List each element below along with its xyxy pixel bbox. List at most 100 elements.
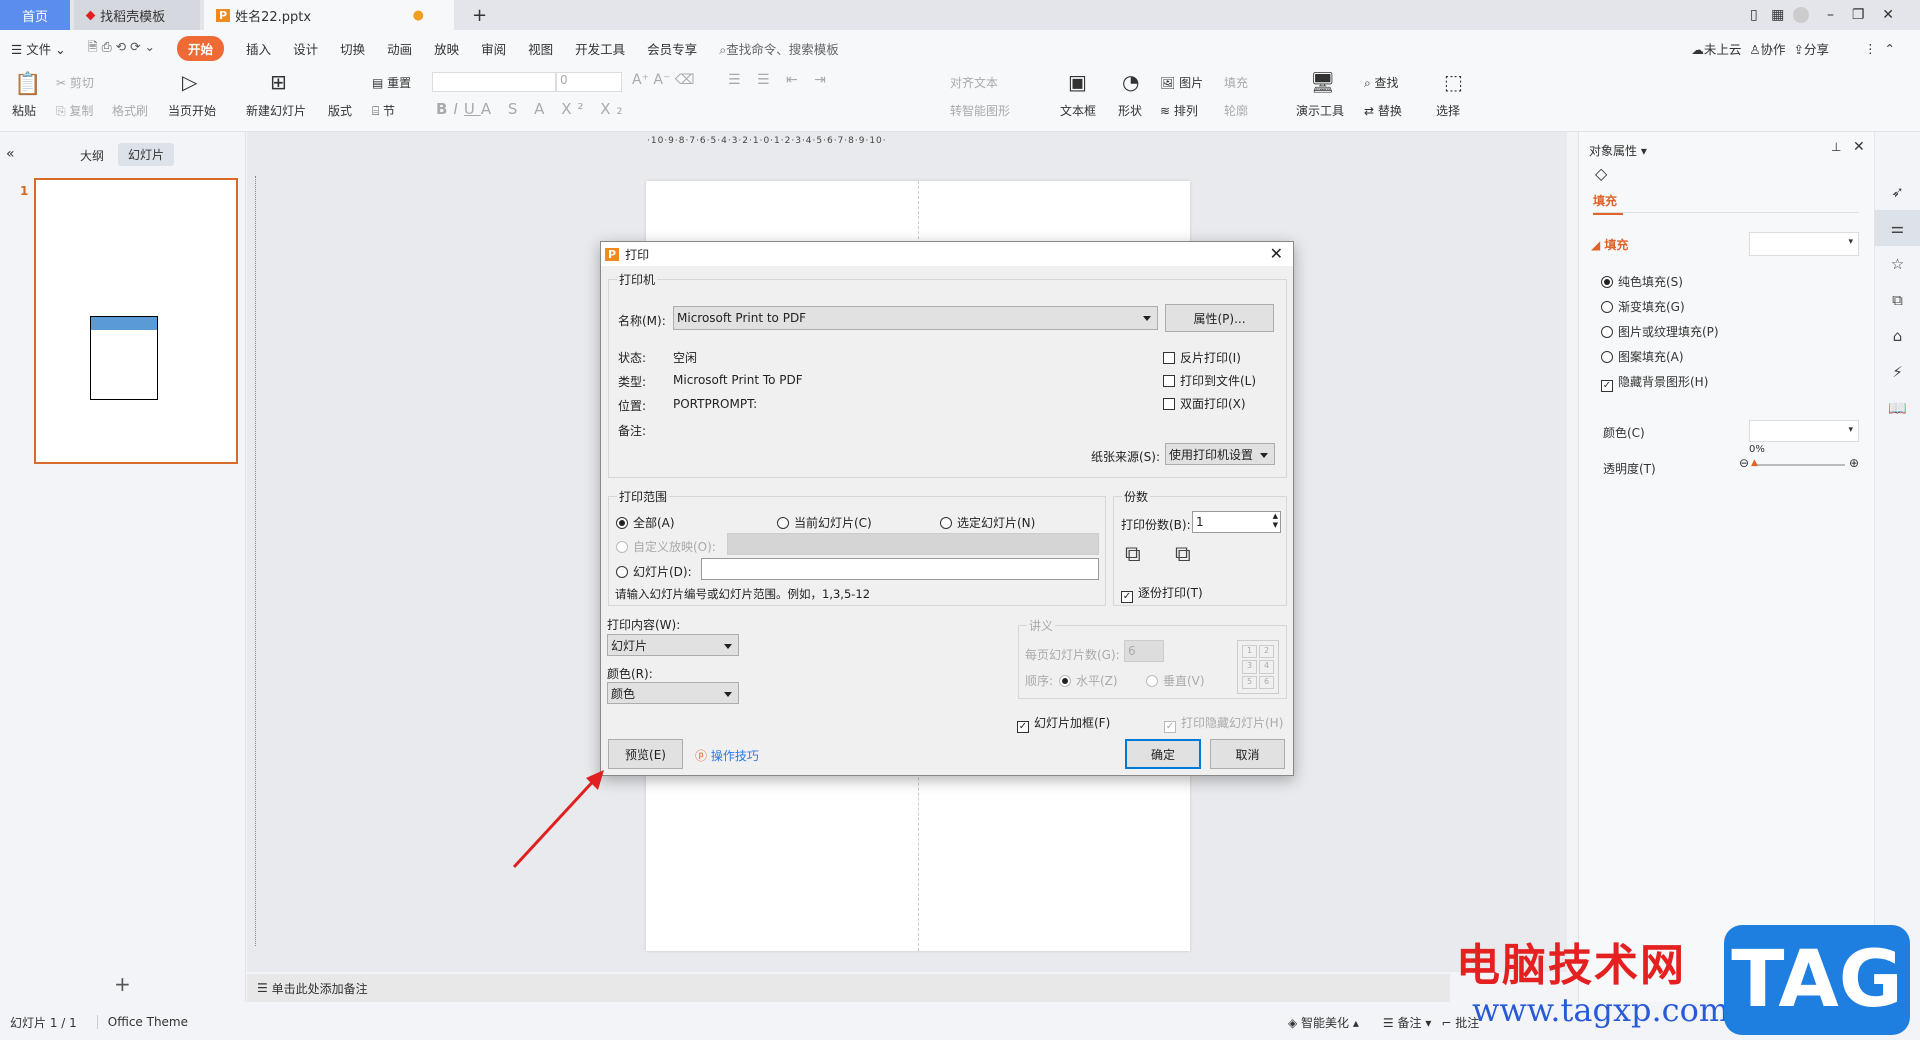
tab-home[interactable]: 首页 [0,0,70,30]
transparency-slider[interactable]: ▲ [1751,458,1845,468]
quick-access-icons[interactable]: 🗎 ⎙ ⟲ ⟳ ⌄ [88,38,155,59]
fill-button[interactable]: 填充 [1224,74,1248,91]
font-style-icons[interactable]: BIUA S A X² X₂ [436,100,629,118]
tab-templates[interactable]: ⬥ 找稻壳模板 [74,0,200,30]
apps-icon[interactable]: ▦ [1771,7,1784,23]
increase-icon[interactable]: ⊕ [1849,456,1859,470]
tab-slides[interactable]: 幻灯片 [118,143,175,166]
new-tab-button[interactable]: + [460,0,487,30]
picture-fill-radio[interactable]: 图片或纹理填充(P) [1601,320,1719,345]
menu-slideshow[interactable]: 放映 [434,39,459,58]
file-menu[interactable]: ☰ 文件 ⌄ [11,39,66,58]
paragraph-icons[interactable]: ☰ ☰ ⇤ ⇥ [728,72,832,88]
range-all-radio[interactable]: 全部(A) [616,514,675,531]
close-panel-icon[interactable]: ✕ [1853,139,1865,155]
minimize-icon[interactable]: – [1827,7,1834,23]
ok-button[interactable]: 确定 [1125,739,1201,769]
per-page-select[interactable]: 6 [1124,640,1164,662]
new-slide-button[interactable]: 新建幻灯片 [246,102,306,119]
book-search-icon[interactable]: 📖 [1875,390,1920,426]
printer-name-select[interactable]: Microsoft Print to PDF [673,306,1158,330]
format-painter-button[interactable]: 格式刷 [112,102,148,119]
custom-show-select[interactable] [727,533,1099,555]
avatar[interactable] [1793,7,1810,23]
slides-range-input[interactable] [701,558,1099,580]
menu-design[interactable]: 设计 [293,39,318,58]
print-to-file-checkbox[interactable]: 打印到文件(L) [1163,372,1256,389]
fill-select[interactable]: ▾ [1749,232,1859,256]
menu-animation[interactable]: 动画 [387,39,412,58]
notes-button[interactable]: ☰ 备注 ▾ [1383,1014,1431,1031]
menu-review[interactable]: 审阅 [481,39,506,58]
textbox-button[interactable]: 文本框 [1060,102,1096,119]
arrange-button[interactable]: ≋ 排列 [1160,102,1198,119]
add-slide-button[interactable]: + [114,972,131,996]
menu-transition[interactable]: 切换 [340,39,365,58]
paper-source-select[interactable]: 使用打印机设置 [1165,443,1275,465]
paste-button[interactable]: 粘贴 [12,102,36,119]
copy-button[interactable]: ⎘ 复制 [56,102,93,119]
align-text-button[interactable]: 对齐文本 [950,74,998,91]
beautify-button[interactable]: ◈ 智能美化 ▴ [1288,1014,1359,1031]
layout-icon[interactable]: ▯ [1750,7,1758,23]
layout-button[interactable]: 版式 [328,102,352,119]
close-icon[interactable]: ✕ [1882,7,1894,23]
star-icon[interactable]: ☆ [1875,246,1920,282]
smart-art-button[interactable]: 转智能图形 [950,102,1010,119]
pattern-fill-radio[interactable]: 图案填充(A) [1601,345,1719,370]
copies-input[interactable]: 1 ▲ ▼ [1192,511,1281,533]
menu-view[interactable]: 视图 [528,39,553,58]
cloud-button[interactable]: ☁未上云 ♙协作 ⇪分享 [1691,39,1829,58]
properties-icon[interactable]: ⚌ [1875,210,1920,246]
cut-button[interactable]: ✂ 剪切 [56,74,94,91]
reset-button[interactable]: ▤ 重置 [372,74,411,91]
pin-icon[interactable]: ⊥ [1831,140,1841,154]
presenter-tools-button[interactable]: 演示工具 [1296,102,1344,119]
font-grow-shrink-icons[interactable]: A⁺ A⁻ ⌫ [632,72,695,88]
shape-button[interactable]: 形状 [1118,102,1142,119]
tab-document[interactable]: P 姓名22.pptx ● [204,0,454,30]
restore-icon[interactable]: ❐ [1852,7,1865,23]
order-horizontal-radio[interactable]: 水平(Z) [1059,672,1118,689]
font-size-select[interactable]: 0 [556,72,622,92]
gradient-fill-radio[interactable]: 渐变填充(G) [1601,295,1719,320]
select-button[interactable]: 选择 [1436,102,1460,119]
dialog-close-icon[interactable]: ✕ [1270,244,1283,263]
tips-link[interactable]: ⓟ 操作技巧 [695,747,759,764]
cancel-button[interactable]: 取消 [1210,739,1285,769]
fill-section-header[interactable]: ◢ 填充 [1591,236,1628,253]
store-icon[interactable]: ⌂ [1875,318,1920,354]
duplex-checkbox[interactable]: 双面打印(X) [1163,395,1246,412]
menu-insert[interactable]: 插入 [246,39,271,58]
section-button[interactable]: ⌸ 节 [372,102,395,119]
picture-button[interactable]: 🖼 图片 [1160,74,1203,91]
range-selected-radio[interactable]: 选定幻灯片(N) [940,514,1035,531]
frame-slides-checkbox[interactable]: ✓ 幻灯片加框(F) [1017,714,1110,733]
range-current-radio[interactable]: 当前幻灯片(C) [777,514,872,531]
find-button[interactable]: ⌕ 查找 [1364,74,1399,91]
collapse-panel-icon[interactable]: « [6,146,15,162]
color-select[interactable]: 颜色 [607,682,739,704]
collapse-ribbon-icon[interactable]: ⋮ ⌃ [1864,41,1895,56]
menu-developer[interactable]: 开发工具 [575,39,625,58]
print-hidden-checkbox[interactable]: ✓ 打印隐藏幻灯片(H) [1164,714,1283,733]
print-content-select[interactable]: 幻灯片 [607,634,739,656]
order-vertical-radio[interactable]: 垂直(V) [1146,672,1205,689]
spinner-icon[interactable]: ▲ ▼ [1273,512,1278,530]
replace-button[interactable]: ⇄ 替换 [1364,102,1402,119]
range-custom-radio[interactable]: 自定义放映(O): [616,538,716,555]
idea-icon[interactable]: ⚡ [1875,354,1920,390]
slide-thumbnail[interactable] [34,178,238,464]
menu-member[interactable]: 会员专享 [647,39,697,58]
rocket-icon[interactable]: ➶ [1875,174,1920,210]
solid-fill-radio[interactable]: 纯色填充(S) [1601,270,1719,295]
panel-title[interactable]: 对象属性 ▾ [1589,142,1647,159]
hide-background-checkbox[interactable]: ✓ 隐藏背景图形(H) [1601,370,1719,395]
notes-bar[interactable]: ☰ 单击此处添加备注 [247,974,1450,1002]
outline-button[interactable]: 轮廓 [1224,102,1248,119]
color-select[interactable]: ▾ [1749,420,1859,442]
tab-outline[interactable]: 大纲 [80,147,104,164]
collate-checkbox[interactable]: ✓ 逐份打印(T) [1121,584,1203,603]
play-from-current-button[interactable]: 当页开始 [168,102,216,119]
command-search[interactable]: ⌕查找命令、搜索模板 [719,39,839,58]
